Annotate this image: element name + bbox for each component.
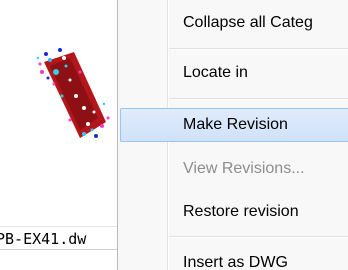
menu-item-insert-as-dwg[interactable]: Insert as DWG bbox=[120, 246, 348, 270]
menu-item-locate-in[interactable]: Locate in bbox=[120, 56, 348, 90]
menu-item-label: Restore revision bbox=[183, 203, 299, 220]
menu-item-label: View Revisions... bbox=[183, 160, 305, 177]
menu-item-view-revisions[interactable]: View Revisions... bbox=[120, 152, 348, 186]
menu-item-restore-revision[interactable]: Restore revision bbox=[120, 195, 348, 229]
cad-preview-image bbox=[36, 48, 110, 138]
file-browser-panel: PB-EX41.dw bbox=[0, 0, 117, 270]
menu-item-label: Collapse all Categ bbox=[183, 14, 313, 31]
menu-item-label: Locate in bbox=[183, 64, 248, 81]
menu-item-make-revision[interactable]: Make Revision bbox=[120, 108, 348, 142]
menu-item-label: Insert as DWG bbox=[183, 254, 288, 270]
menu-separator bbox=[169, 48, 348, 50]
menu-separator bbox=[169, 98, 348, 100]
menu-separator bbox=[169, 236, 348, 238]
panel-footer bbox=[0, 250, 117, 270]
filename-row[interactable]: PB-EX41.dw bbox=[0, 226, 117, 250]
context-menu: Collapse all Categ Locate in Make Revisi… bbox=[117, 0, 348, 270]
menu-item-label: Make Revision bbox=[183, 116, 288, 133]
filename-label: PB-EX41.dw bbox=[0, 230, 87, 248]
drawing-thumbnail[interactable] bbox=[0, 0, 117, 212]
menu-item-collapse-all[interactable]: Collapse all Categ bbox=[120, 6, 348, 40]
